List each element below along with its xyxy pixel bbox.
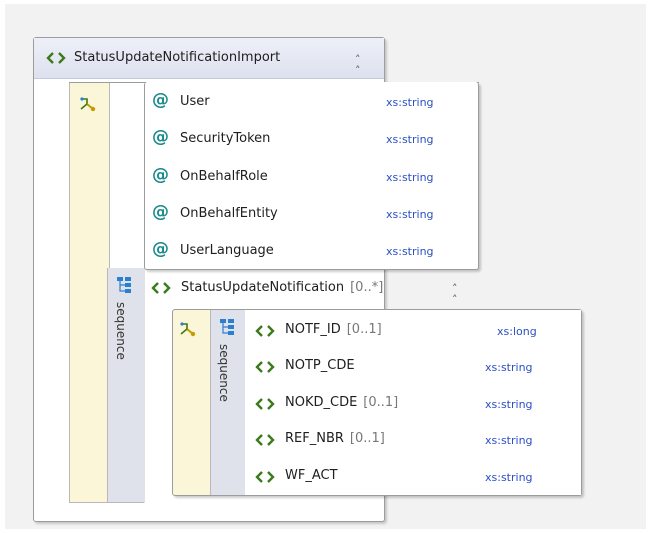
element-type: xs:long [497,325,537,338]
at-sign-icon: @ [152,90,169,110]
element-type: xs:string [485,361,533,374]
element-label: REF_NBR [0..1] [285,431,385,446]
element-label: NOTF_ID [0..1] [285,322,382,337]
element-name: WF_ACT [285,468,338,483]
complex-type-icon [178,320,198,342]
attribute-name: User [180,94,210,109]
sequence-icon [219,318,235,340]
element-name: NOTF_ID [285,322,341,337]
element-icon [151,281,171,295]
attribute-name: OnBehalfRole [180,169,268,184]
element-multiplicity: [0..1] [349,431,385,446]
at-sign-icon: @ [152,239,169,259]
element-type: xs:string [485,471,533,484]
child-element-multiplicity: [0..*] [350,280,384,295]
sequence-label: sequence [114,302,128,360]
at-sign-icon: @ [152,127,169,147]
complex-type-strip [69,82,110,503]
double-chevron-up-icon[interactable]: ˄ ˄ [452,283,458,305]
attribute-type: xs:string [386,171,434,184]
complex-type-bottom-border [69,502,144,503]
element-name: NOKD_CDE [285,395,358,410]
attribute-name: UserLanguage [180,243,274,258]
attribute-name: SecurityToken [180,131,271,146]
element-type: xs:string [485,434,533,447]
root-element-header[interactable]: StatusUpdateNotificationImport ˄ ˄ [34,38,384,79]
sequence-icon [116,276,132,298]
element-label: NOKD_CDE [0..1] [285,395,398,410]
root-element-name: StatusUpdateNotificationImport [74,50,281,65]
element-label: NOTP_CDE [285,358,361,373]
element-icon [255,470,275,484]
at-sign-icon: @ [152,165,169,185]
element-icon [255,433,275,447]
element-label: WF_ACT [285,468,344,483]
child-element-label: StatusUpdateNotification [0..*] [181,280,383,295]
element-icon [46,51,66,65]
complex-type-icon [78,95,98,117]
attribute-type: xs:string [386,133,434,146]
attribute-type: xs:string [386,245,434,258]
attribute-type: xs:string [386,96,434,109]
element-icon [255,360,275,374]
child-element-name: StatusUpdateNotification [181,280,345,295]
element-icon [255,397,275,411]
element-name: REF_NBR [285,431,344,446]
element-icon [255,324,275,338]
element-multiplicity: [0..1] [363,395,399,410]
double-chevron-up-icon[interactable]: ˄ ˄ [355,54,361,76]
element-type: xs:string [485,398,533,411]
at-sign-icon: @ [152,202,169,222]
attribute-type: xs:string [386,208,434,221]
attribute-name: OnBehalfEntity [180,206,278,221]
element-multiplicity: [0..1] [346,322,382,337]
element-name: NOTP_CDE [285,358,355,373]
sequence-label: sequence [217,344,231,402]
